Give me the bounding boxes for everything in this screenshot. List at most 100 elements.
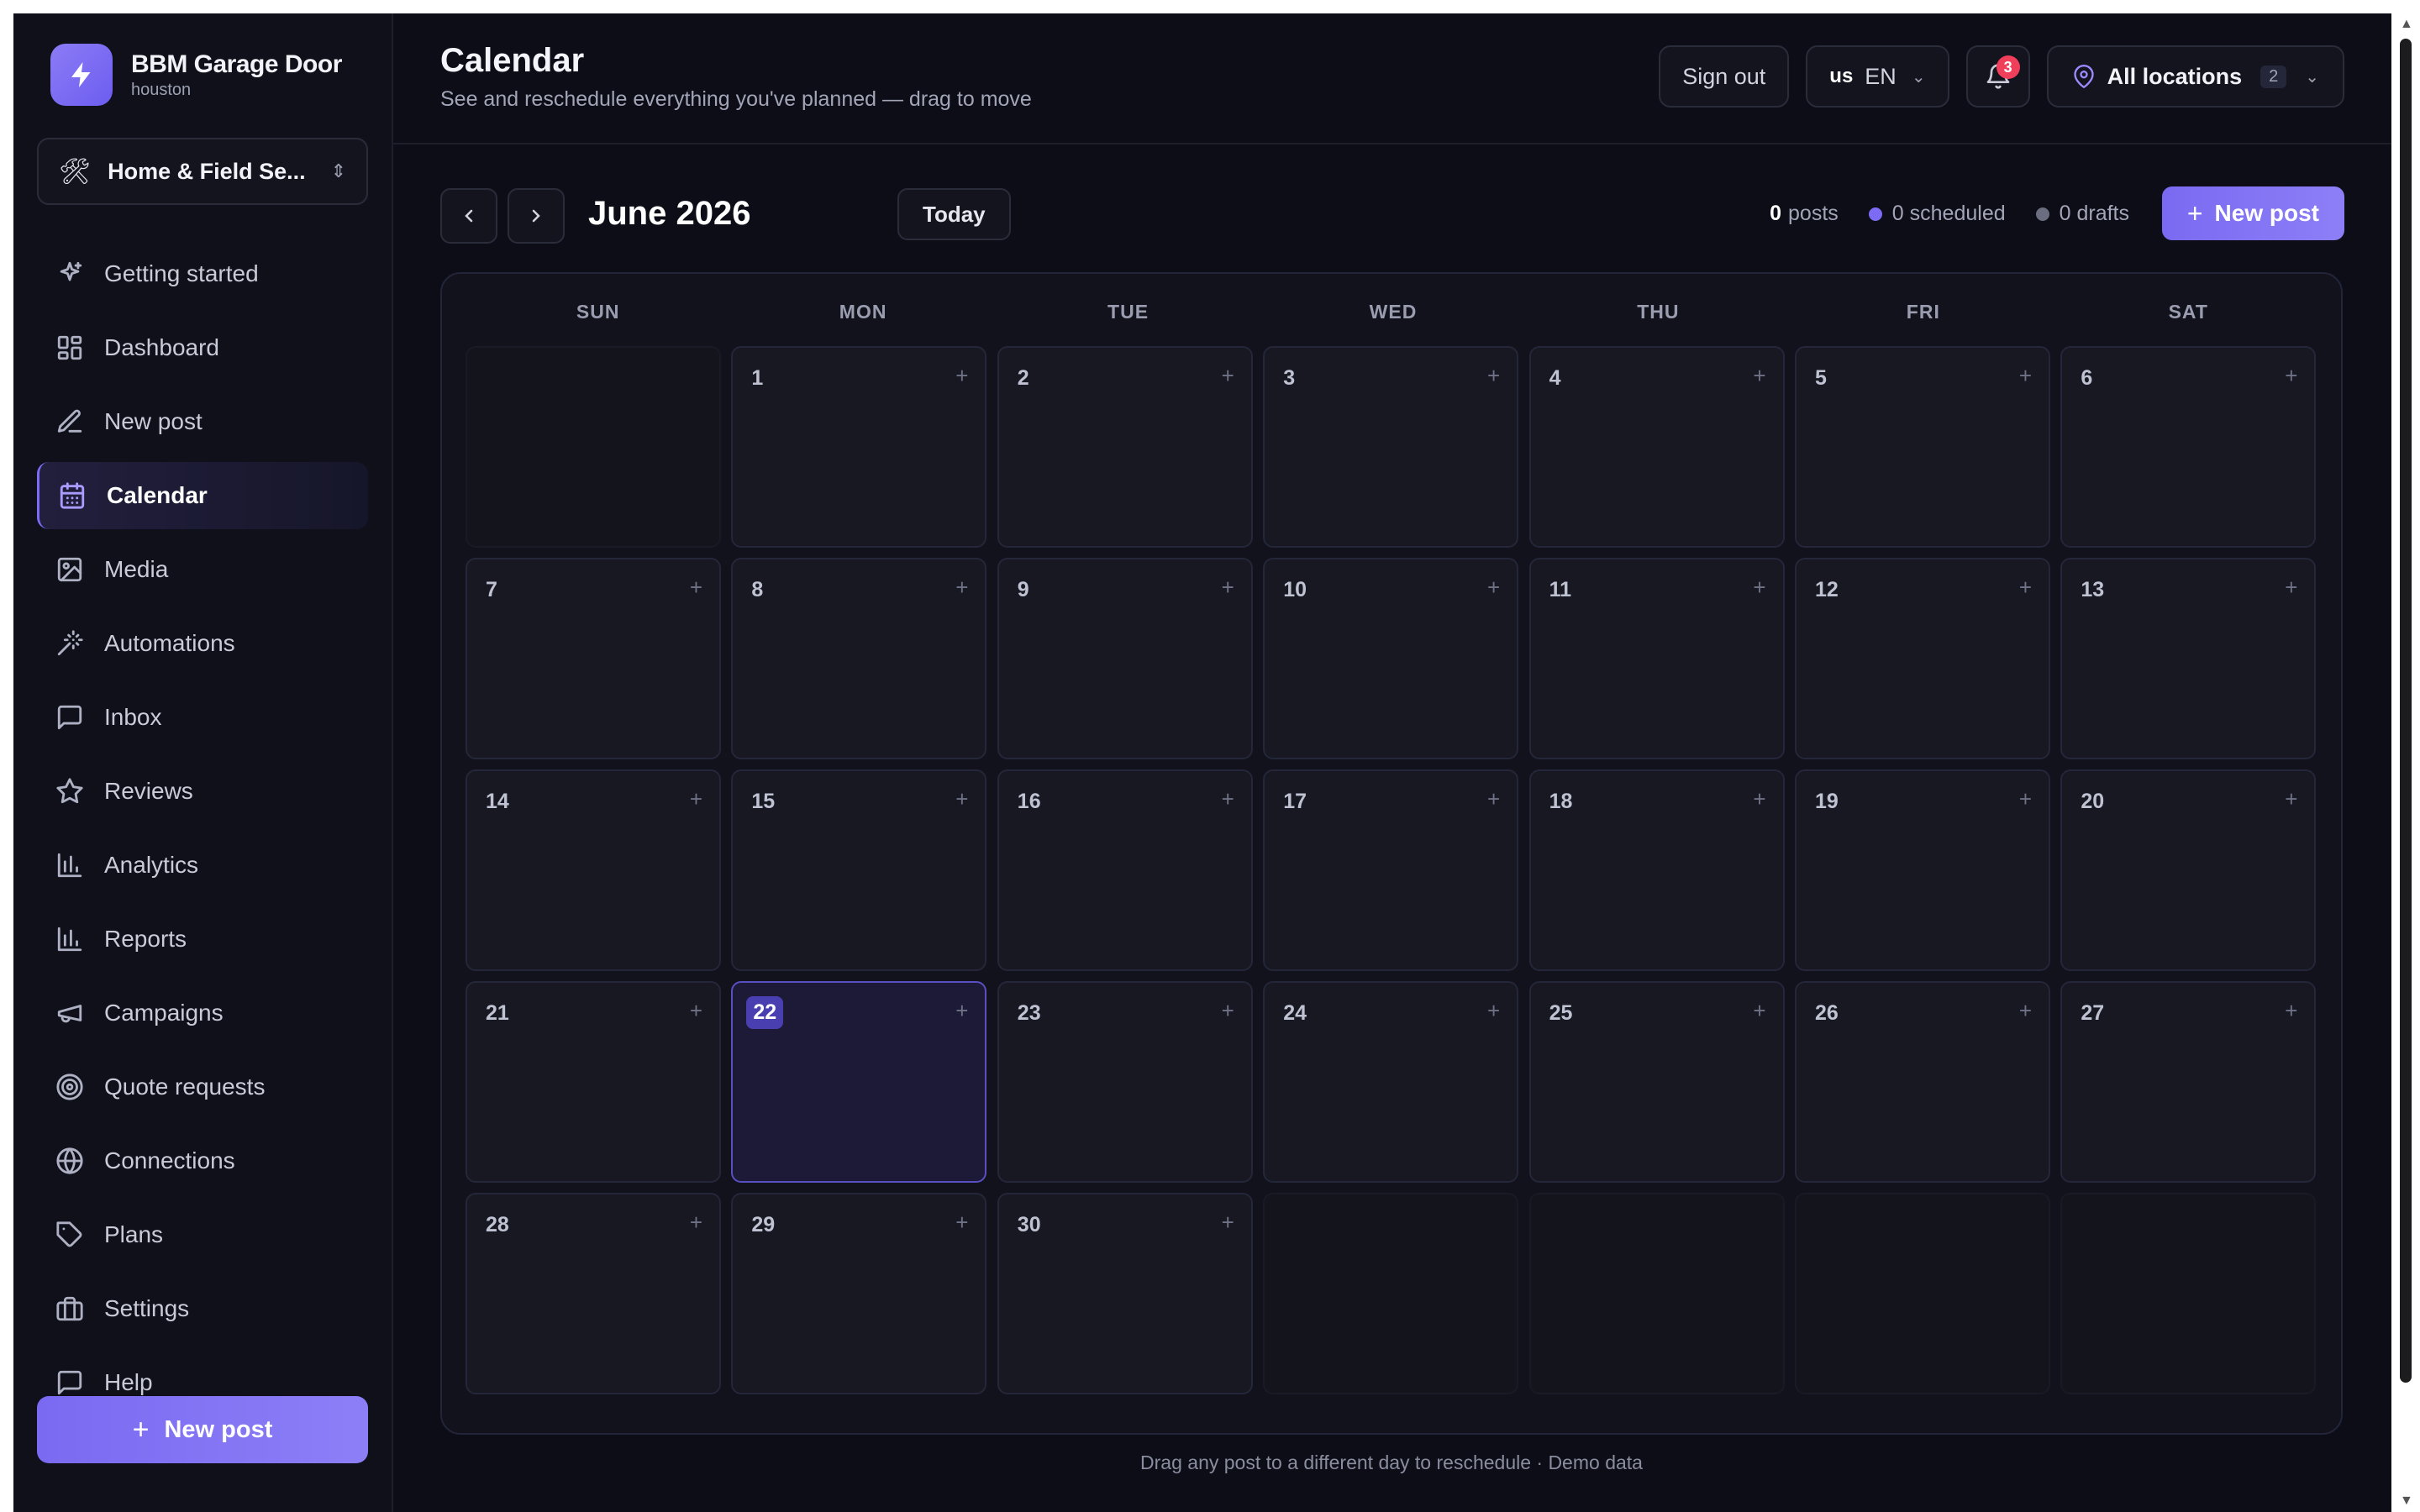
sidebar-new-post-label: New post bbox=[164, 1415, 273, 1443]
weekday-tue: TUE bbox=[1107, 301, 1150, 323]
add-post-icon[interactable]: + bbox=[955, 575, 968, 601]
sidebar-item-connections[interactable]: Connections bbox=[37, 1127, 368, 1194]
day-cell[interactable]: 13 + bbox=[2060, 558, 2317, 759]
day-cell[interactable]: 4 + bbox=[1528, 346, 1785, 548]
today-button[interactable]: Today bbox=[897, 188, 1011, 240]
add-post-icon[interactable]: + bbox=[1222, 786, 1234, 812]
day-cell[interactable]: 24 + bbox=[1263, 981, 1519, 1183]
sidebar-new-post-button[interactable]: + New post bbox=[37, 1396, 368, 1463]
sidebar-item-campaigns[interactable]: Campaigns bbox=[37, 979, 368, 1047]
add-post-icon[interactable]: + bbox=[2285, 575, 2297, 601]
add-post-icon[interactable]: + bbox=[2019, 363, 2032, 389]
brand[interactable]: BBM Garage Door houston bbox=[50, 44, 342, 106]
scrollbar-thumb[interactable] bbox=[2400, 39, 2412, 1383]
sidebar-item-inbox[interactable]: Inbox bbox=[37, 684, 368, 751]
prev-month-button[interactable] bbox=[440, 188, 497, 244]
add-post-icon[interactable]: + bbox=[1222, 363, 1234, 389]
day-cell[interactable]: 14 + bbox=[466, 769, 721, 971]
sidebar-item-new-post[interactable]: New post bbox=[37, 388, 368, 455]
scroll-up-icon[interactable]: ▲ bbox=[2400, 17, 2413, 32]
day-cell[interactable]: 28 + bbox=[466, 1193, 721, 1394]
day-cell[interactable]: 30 + bbox=[997, 1193, 1253, 1394]
add-post-icon[interactable]: + bbox=[2285, 786, 2297, 812]
language-selector[interactable]: us EN ⌄ bbox=[1806, 45, 1949, 108]
sidebar-item-plans[interactable]: Plans bbox=[37, 1201, 368, 1268]
scheduled-dot-icon bbox=[1868, 207, 1882, 221]
day-cell[interactable]: 29 + bbox=[731, 1193, 987, 1394]
day-cell[interactable]: 18 + bbox=[1528, 769, 1785, 971]
day-cell[interactable]: 19 + bbox=[1795, 769, 2050, 971]
sidebar-item-reports[interactable]: Reports bbox=[37, 906, 368, 973]
footer-note: Drag any post to a different day to resc… bbox=[1140, 1452, 1643, 1473]
add-post-icon[interactable]: + bbox=[1487, 786, 1500, 812]
day-cell[interactable]: 2 + bbox=[997, 346, 1253, 548]
day-cell[interactable]: 15 + bbox=[731, 769, 987, 971]
sidebar-item-label: Media bbox=[104, 556, 169, 582]
bolt-icon bbox=[50, 44, 113, 106]
add-post-icon[interactable]: + bbox=[690, 1210, 702, 1236]
sidebar-item-automations[interactable]: Automations bbox=[37, 610, 368, 677]
day-cell[interactable]: 10 + bbox=[1263, 558, 1519, 759]
day-cell[interactable]: 26 + bbox=[1795, 981, 2050, 1183]
day-cell[interactable]: 7 + bbox=[466, 558, 721, 759]
day-cell[interactable]: 27 + bbox=[2060, 981, 2317, 1183]
day-cell[interactable]: 16 + bbox=[997, 769, 1253, 971]
add-post-icon[interactable]: + bbox=[1222, 1210, 1234, 1236]
day-cell[interactable]: 11 + bbox=[1528, 558, 1785, 759]
day-cell[interactable]: 1 + bbox=[731, 346, 987, 548]
sidebar-item-quote-requests[interactable]: Quote requests bbox=[37, 1053, 368, 1121]
add-post-icon[interactable]: + bbox=[1222, 998, 1234, 1024]
day-cell[interactable]: 23 + bbox=[997, 981, 1253, 1183]
sidebar-item-analytics[interactable]: Analytics bbox=[37, 832, 368, 899]
add-post-icon[interactable]: + bbox=[1753, 363, 1765, 389]
new-post-button[interactable]: + New post bbox=[2161, 186, 2344, 240]
workspace-switcher[interactable]: 🛠 Home & Field Se... ⇕ bbox=[37, 138, 368, 205]
add-post-icon[interactable]: + bbox=[1753, 786, 1765, 812]
add-post-icon[interactable]: + bbox=[955, 1210, 968, 1236]
notifications-button[interactable]: 3 bbox=[1965, 45, 2030, 108]
add-post-icon[interactable]: + bbox=[1487, 998, 1500, 1024]
add-post-icon[interactable]: + bbox=[690, 998, 702, 1024]
day-cell[interactable]: 21 + bbox=[466, 981, 721, 1183]
sidebar-item-reviews[interactable]: Reviews bbox=[37, 758, 368, 825]
page-scrollbar[interactable]: ▲ ▼ bbox=[2395, 13, 2420, 1512]
day-cell[interactable]: 3 + bbox=[1263, 346, 1519, 548]
sidebar-item-calendar[interactable]: Calendar bbox=[37, 462, 368, 529]
day-cell[interactable]: 20 + bbox=[2060, 769, 2317, 971]
day-cell[interactable]: 9 + bbox=[997, 558, 1253, 759]
add-post-icon[interactable]: + bbox=[2285, 998, 2297, 1024]
next-month-button[interactable] bbox=[508, 188, 565, 244]
sign-out-button[interactable]: Sign out bbox=[1659, 45, 1790, 108]
add-post-icon[interactable]: + bbox=[690, 786, 702, 812]
add-post-icon[interactable]: + bbox=[690, 575, 702, 601]
day-cell[interactable]: 8 + bbox=[731, 558, 987, 759]
sidebar-item-settings[interactable]: Settings bbox=[37, 1275, 368, 1342]
day-cell[interactable]: 5 + bbox=[1795, 346, 2050, 548]
day-cell-today[interactable]: 22 + bbox=[731, 981, 987, 1183]
scroll-down-icon[interactable]: ▼ bbox=[2400, 1494, 2413, 1509]
sidebar-item-dashboard[interactable]: Dashboard bbox=[37, 314, 368, 381]
brand-location: houston bbox=[131, 80, 192, 99]
add-post-icon[interactable]: + bbox=[1487, 363, 1500, 389]
add-post-icon[interactable]: + bbox=[1753, 998, 1765, 1024]
add-post-icon[interactable]: + bbox=[955, 998, 968, 1024]
day-number: 4 bbox=[1549, 366, 1561, 390]
add-post-icon[interactable]: + bbox=[2019, 575, 2032, 601]
add-post-icon[interactable]: + bbox=[955, 363, 968, 389]
sidebar-item-getting-started[interactable]: Getting started bbox=[37, 240, 368, 307]
sidebar-item-label: Reviews bbox=[104, 778, 193, 804]
add-post-icon[interactable]: + bbox=[2019, 998, 2032, 1024]
day-cell[interactable]: 17 + bbox=[1263, 769, 1519, 971]
location-selector[interactable]: All locations 2 ⌄ bbox=[2046, 45, 2344, 108]
day-cell[interactable]: 6 + bbox=[2060, 346, 2317, 548]
add-post-icon[interactable]: + bbox=[955, 786, 968, 812]
add-post-icon[interactable]: + bbox=[1753, 575, 1765, 601]
add-post-icon[interactable]: + bbox=[2285, 363, 2297, 389]
globe-icon bbox=[56, 1147, 83, 1174]
add-post-icon[interactable]: + bbox=[1222, 575, 1234, 601]
add-post-icon[interactable]: + bbox=[1487, 575, 1500, 601]
add-post-icon[interactable]: + bbox=[2019, 786, 2032, 812]
day-cell[interactable]: 25 + bbox=[1528, 981, 1785, 1183]
sidebar-item-media[interactable]: Media bbox=[37, 536, 368, 603]
day-cell[interactable]: 12 + bbox=[1795, 558, 2050, 759]
